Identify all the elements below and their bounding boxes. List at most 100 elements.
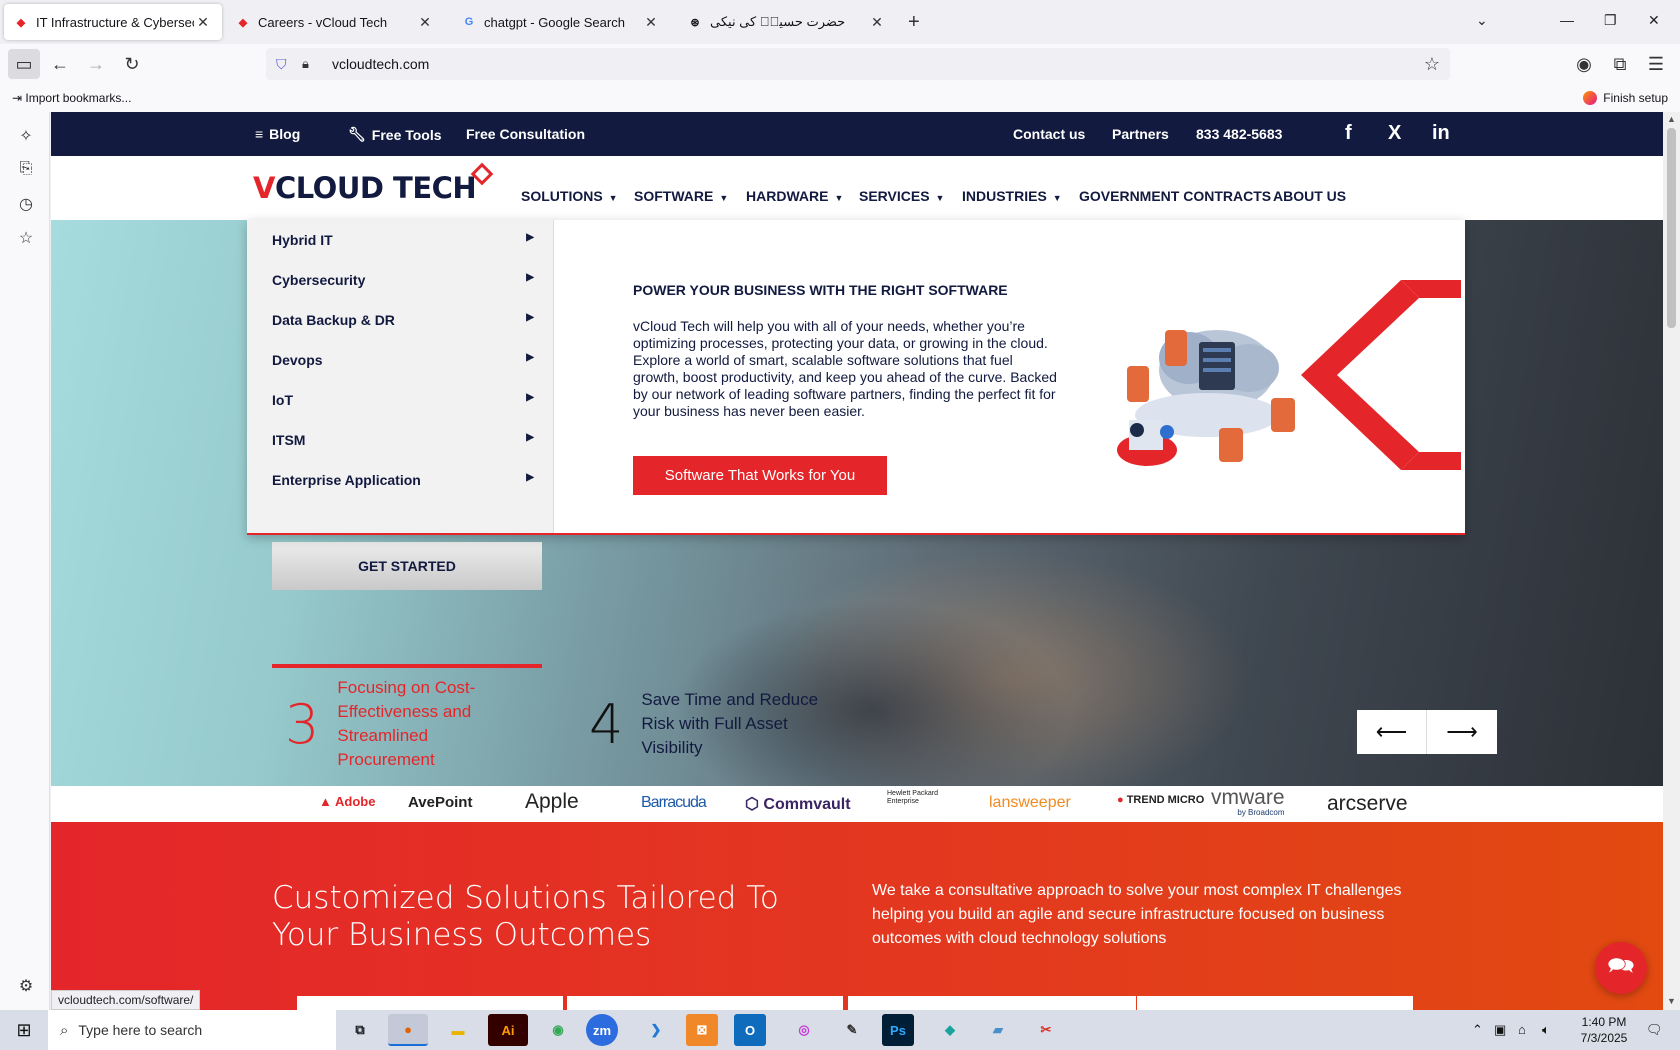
free-tools-link[interactable]: 🔧︎ Free Tools <box>348 126 442 143</box>
nav-about-us[interactable]: ABOUT US <box>1273 188 1346 204</box>
forward-icon[interactable]: → <box>80 49 112 79</box>
account-icon[interactable]: ◉ <box>1568 49 1600 79</box>
tab-careers[interactable]: ◆ Careers - vCloud Tech ✕ <box>226 4 444 40</box>
extensions-icon[interactable]: ⧉ <box>1604 49 1636 79</box>
nav-industries[interactable]: INDUSTRIES ▼ <box>962 188 1062 204</box>
back-icon[interactable]: ← <box>44 49 76 79</box>
list-all-tabs-icon[interactable]: ⌄ <box>1476 12 1488 29</box>
linkedin-icon[interactable]: in <box>1432 122 1450 145</box>
menu-icon[interactable]: ☰ <box>1640 49 1672 79</box>
close-tab-icon[interactable]: ✕ <box>642 14 660 31</box>
tab-google-search[interactable]: G chatgpt - Google Search ✕ <box>452 4 670 40</box>
close-window-icon[interactable]: ✕ <box>1648 12 1660 29</box>
minimize-icon[interactable]: — <box>1560 12 1574 28</box>
outlook-icon[interactable]: O <box>734 1014 766 1046</box>
next-arrow-icon[interactable]: ⟶ <box>1427 710 1497 754</box>
chevron-right-icon: ▶ <box>526 472 534 483</box>
menu-item-hybrid-it[interactable]: Hybrid IT ▶ <box>272 232 534 248</box>
address-bar[interactable]: ⛉ 🔒︎ vcloudtech.com ☆ <box>266 48 1450 80</box>
restore-icon[interactable]: ❐ <box>1604 12 1617 29</box>
previous-arrow-icon[interactable]: ⟵ <box>1357 710 1427 754</box>
url-text[interactable]: vcloudtech.com <box>332 56 429 72</box>
app-tablet-icon[interactable]: ▰ <box>978 1014 1018 1046</box>
scroll-up-icon[interactable]: ▲ <box>1667 114 1676 124</box>
volume-icon[interactable]: 🔈︎ <box>1542 1022 1550 1038</box>
menu-item-data-backup[interactable]: Data Backup & DR ▶ <box>272 312 534 328</box>
creative-cloud-icon[interactable]: ◎ <box>784 1014 824 1046</box>
xampp-icon[interactable]: ⊠ <box>686 1014 718 1046</box>
illustrator-icon[interactable]: Ai <box>488 1014 528 1046</box>
taskbar-search-box[interactable]: ⌕ Type here to search <box>48 1010 336 1050</box>
solution-card[interactable] <box>567 996 843 1010</box>
ai-chatbot-icon[interactable]: ✧ <box>16 126 36 146</box>
menu-item-enterprise-application[interactable]: Enterprise Application ▶ <box>272 472 534 488</box>
close-tab-icon[interactable]: ✕ <box>868 14 886 31</box>
notifications-icon[interactable]: 🗨 <box>1646 1022 1663 1038</box>
new-tab-icon[interactable]: + <box>908 12 920 32</box>
vcloud-favicon-icon: ◆ <box>16 16 26 29</box>
chrome-icon[interactable]: ◉ <box>538 1014 578 1046</box>
blog-link[interactable]: ≡ Blog <box>255 126 300 142</box>
page-scrollbar[interactable]: ▲ ▼ <box>1663 112 1680 1010</box>
nav-software[interactable]: SOFTWARE ▼ <box>634 188 728 204</box>
bookmarks-icon[interactable]: ☆ <box>16 228 36 248</box>
vscode-icon[interactable]: ❯ <box>636 1014 676 1046</box>
menu-item-iot[interactable]: IoT ▶ <box>272 392 534 408</box>
close-tab-icon[interactable]: ✕ <box>194 14 212 31</box>
network-icon[interactable]: ⌂ <box>1518 1022 1526 1037</box>
history-icon[interactable]: ◷ <box>16 194 36 214</box>
app-gem-icon[interactable]: ◆ <box>930 1014 970 1046</box>
photoshop-icon[interactable]: Ps <box>882 1014 914 1046</box>
finish-setup-button[interactable]: Finish setup <box>1583 91 1668 105</box>
phone-link[interactable]: 833 482-5683 <box>1196 126 1282 142</box>
nav-services[interactable]: SERVICES ▼ <box>859 188 944 204</box>
contact-us-link[interactable]: Contact us <box>1013 126 1085 142</box>
show-hidden-icons-icon[interactable]: ⌃ <box>1472 1022 1483 1038</box>
solution-card[interactable] <box>297 996 563 1010</box>
sidebar-toggle-icon[interactable]: ▭ <box>8 49 40 79</box>
scroll-down-icon[interactable]: ▼ <box>1667 996 1676 1006</box>
tracking-shield-icon[interactable]: ⛉ <box>276 56 296 73</box>
chevron-right-icon: ▶ <box>526 432 534 443</box>
get-started-button[interactable]: GET STARTED <box>272 542 542 590</box>
nav-hardware[interactable]: HARDWARE ▼ <box>746 188 843 204</box>
close-tab-icon[interactable]: ✕ <box>416 14 434 31</box>
free-consultation-link[interactable]: Free Consultation <box>466 126 585 142</box>
nav-government-contracts[interactable]: GOVERNMENT CONTRACTS <box>1079 188 1271 204</box>
solution-card[interactable] <box>848 996 1136 1010</box>
menu-item-itsm[interactable]: ITSM ▶ <box>272 432 534 448</box>
settings-gear-icon[interactable]: ⚙ <box>16 976 36 996</box>
x-twitter-icon[interactable]: X <box>1388 122 1401 145</box>
snipping-tool-icon[interactable]: ✂ <box>1026 1014 1066 1046</box>
chat-bubble-icon[interactable]: 🗪 <box>1595 942 1647 994</box>
import-bookmarks-link[interactable]: ⇥ Import bookmarks... <box>12 91 131 105</box>
server-cloud-illustration <box>1117 330 1295 466</box>
facebook-icon[interactable]: f <box>1345 122 1352 145</box>
zoom-icon[interactable]: zm <box>586 1014 618 1046</box>
bookmark-star-icon[interactable]: ☆ <box>1424 54 1440 75</box>
synced-tabs-icon[interactable]: ⎘ <box>16 160 36 180</box>
menu-item-cybersecurity[interactable]: Cybersecurity ▶ <box>272 272 534 288</box>
vcloud-tech-logo[interactable]: V CLOUD TECH <box>253 162 494 206</box>
file-explorer-icon[interactable]: ▬ <box>438 1014 478 1046</box>
arcserve-logo: arcserve <box>1327 792 1408 816</box>
pen-tool-icon[interactable]: ✎ <box>832 1014 872 1046</box>
partners-link[interactable]: Partners <box>1112 126 1169 142</box>
scrollbar-thumb[interactable] <box>1667 128 1676 328</box>
reload-icon[interactable]: ↻ <box>116 49 148 79</box>
firefox-taskbar-icon[interactable]: ● <box>388 1014 428 1046</box>
nav-solutions[interactable]: SOLUTIONS ▼ <box>521 188 618 204</box>
windows-start-icon[interactable]: ⊞ <box>0 1010 48 1050</box>
task-view-icon[interactable]: ⧉ <box>340 1014 380 1046</box>
tray-app-icon[interactable]: ▣ <box>1494 1022 1506 1038</box>
lock-icon[interactable]: 🔒︎ <box>302 56 324 72</box>
software-cta-button[interactable]: Software That Works for You <box>633 456 887 495</box>
software-mega-menu: Hybrid IT ▶ Cybersecurity ▶ Data Backup & … <box>247 220 1465 535</box>
slide-4-tab[interactable]: 4 Save Time and Reduce Risk with Full As… <box>589 688 837 760</box>
tab-chatgpt-page[interactable]: ⊛ حضرت حسینؓ کی نیکی ✕ <box>678 4 896 40</box>
tab-vcloud-home[interactable]: ◆ IT Infrastructure & Cybersecurit ✕ <box>4 4 222 40</box>
menu-item-devops[interactable]: Devops ▶ <box>272 352 534 368</box>
taskbar-clock[interactable]: 1:40 PM 7/3/2025 <box>1566 1014 1642 1046</box>
solution-card[interactable] <box>1137 996 1413 1010</box>
slide-3-tab[interactable]: 3 Focusing on Cost-Effectiveness and Str… <box>285 676 497 772</box>
